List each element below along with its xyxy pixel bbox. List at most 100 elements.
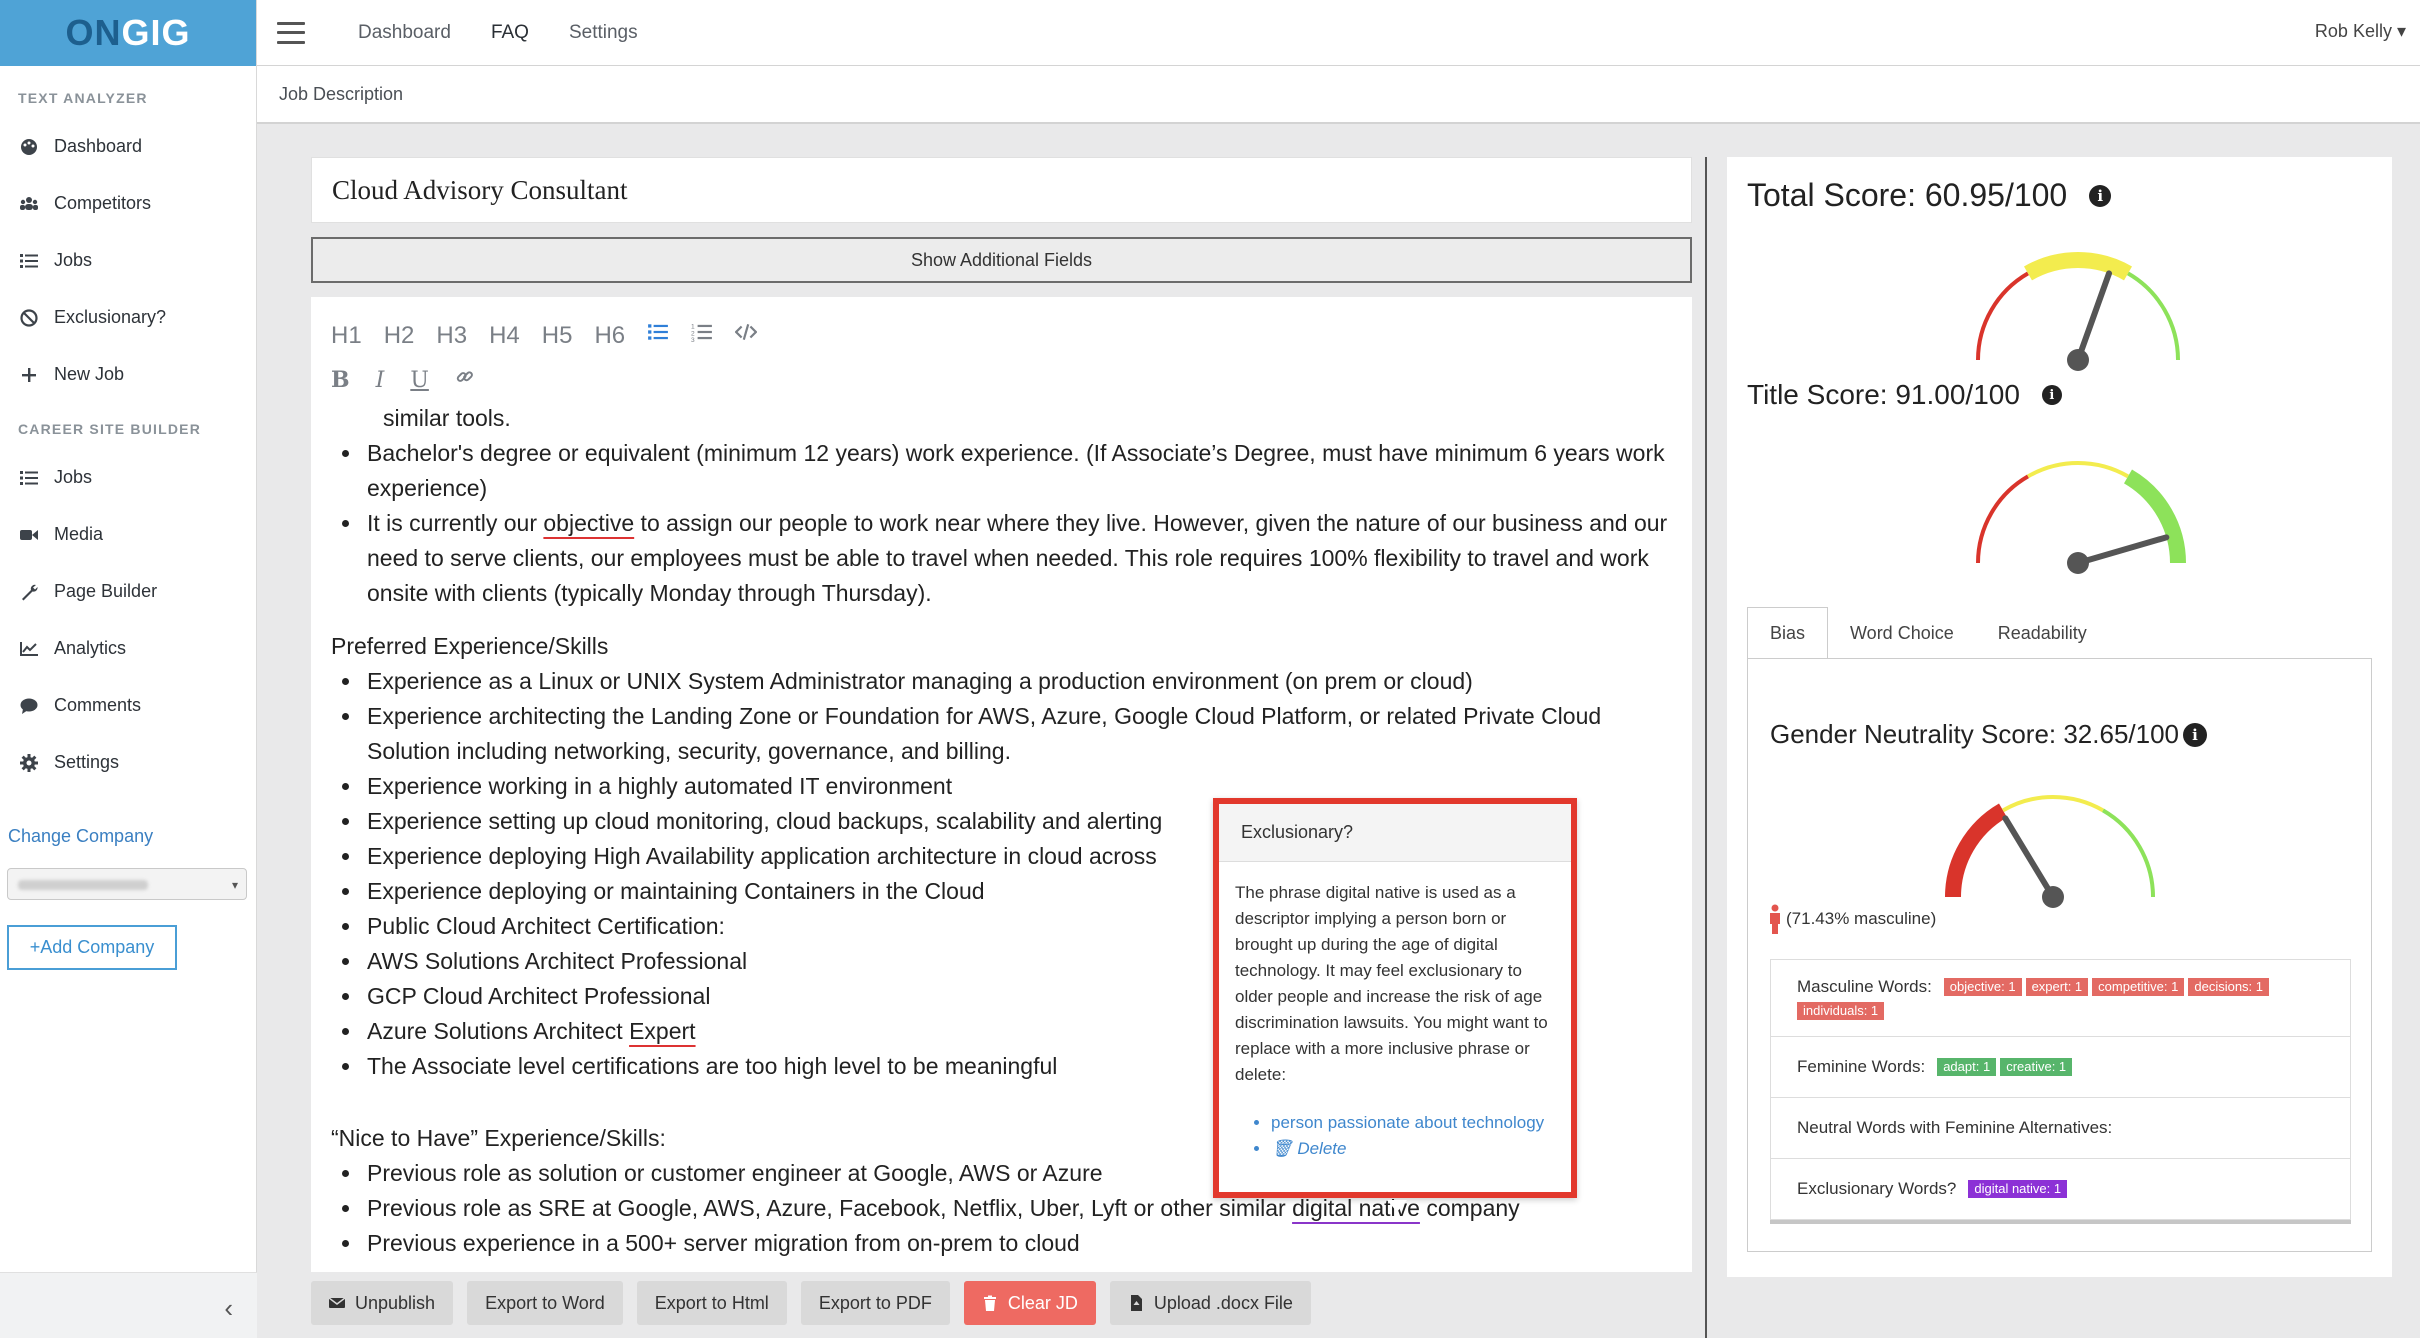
export-word-button[interactable]: Export to Word <box>467 1281 623 1325</box>
list-icon <box>18 467 40 489</box>
plus-icon <box>18 364 40 386</box>
sidebar-item-exclusionary[interactable]: Exclusionary? <box>0 289 256 346</box>
text-span: company <box>1419 1195 1520 1221</box>
delete-suggestion[interactable]: 🗑 Delete <box>1271 1136 1557 1162</box>
suggestion-link[interactable]: person passionate about technology <box>1271 1110 1557 1136</box>
gender-score-label: Gender Neutrality Score: 32.65/100 <box>1770 719 2180 749</box>
h6-button[interactable]: H6 <box>594 322 625 350</box>
requirements-list: Bachelor's degree or equivalent (minimum… <box>331 436 1676 611</box>
sidebar-item-career-jobs[interactable]: Jobs <box>0 449 256 506</box>
button-label: Export to Html <box>654 1292 769 1313</box>
sidebar-item-settings[interactable]: Settings <box>0 734 256 791</box>
row-label: Exclusionary Words? <box>1797 1179 1957 1198</box>
score-panel: Total Score: 60.95/100 i Title Score: 91… <box>1727 157 2392 1277</box>
word-tag[interactable]: individuals: 1 <box>1797 1002 1885 1020</box>
info-icon[interactable]: i <box>2041 385 2062 405</box>
bullet-list-icon[interactable] <box>647 321 669 350</box>
h1-button[interactable]: H1 <box>331 322 362 350</box>
word-breakdown-scrollbar[interactable] <box>1770 1220 2351 1224</box>
palette-icon <box>18 136 40 158</box>
italic-button[interactable]: I <box>376 368 385 393</box>
panel-divider[interactable] <box>1705 157 1707 1338</box>
envelope-icon <box>329 1297 345 1308</box>
format-toolbar: H1 H2 H3 H4 H5 H6 123 <box>331 321 779 350</box>
sidebar-item-comments[interactable]: Comments <box>0 677 256 734</box>
word-tag[interactable]: digital native: 1 <box>1968 1180 2068 1198</box>
export-html-button[interactable]: Export to Html <box>636 1281 787 1325</box>
button-label: Upload .docx File <box>1153 1292 1293 1313</box>
masculine-pct-label: (71.43% masculine) <box>1786 909 1937 928</box>
flagged-word-objective[interactable]: objective <box>543 510 634 536</box>
job-title-input[interactable]: Cloud Advisory Consultant <box>311 157 1692 223</box>
word-tag[interactable]: adapt: 1 <box>1937 1058 1997 1076</box>
exclusionary-words-row: Exclusionary Words? digital native: 1 <box>1770 1159 2351 1220</box>
sidebar: ON GIG TEXT ANALYZER Dashboard Competitor… <box>0 0 257 1338</box>
style-toolbar: B I U <box>331 367 501 393</box>
row-label: Neutral Words with Feminine Alternatives… <box>1797 1118 2113 1137</box>
h3-button[interactable]: H3 <box>436 322 467 350</box>
word-tag[interactable]: expert: 1 <box>2025 978 2089 996</box>
numbered-list-icon[interactable]: 123 <box>691 321 713 350</box>
word-tag[interactable]: competitive: 1 <box>2092 978 2185 996</box>
nav-faq[interactable]: FAQ <box>491 22 529 44</box>
ongig-logo[interactable]: ON GIG <box>0 0 256 66</box>
user-menu[interactable]: Rob Kelly ▾ <box>2315 21 2406 42</box>
sidebar-section-career-site-builder: CAREER SITE BUILDER <box>18 421 202 437</box>
nav-dashboard[interactable]: Dashboard <box>358 22 451 44</box>
word-tag[interactable]: creative: 1 <box>2000 1058 2073 1076</box>
masculine-percentage: (71.43% masculine) <box>1768 904 1936 934</box>
exclusionary-popover: Exclusionary? The phrase digital native … <box>1213 798 1577 1212</box>
upload-docx-button[interactable]: Upload .docx File <box>1109 1281 1311 1325</box>
tab-readability[interactable]: Readability <box>1976 607 2109 659</box>
tab-word-choice[interactable]: Word Choice <box>1828 607 1976 659</box>
total-score-gauge <box>1976 252 2180 371</box>
company-select[interactable]: ▾ <box>7 868 247 900</box>
bold-button[interactable]: B <box>331 367 350 393</box>
h2-button[interactable]: H2 <box>384 322 415 350</box>
h4-button[interactable]: H4 <box>489 322 520 350</box>
add-company-button[interactable]: +Add Company <box>7 925 177 970</box>
file-icon <box>1130 1295 1142 1311</box>
list-item: Bachelor's degree or equivalent (minimum… <box>363 436 1676 506</box>
sidebar-item-page-builder[interactable]: Page Builder <box>0 563 256 620</box>
chevron-left-icon[interactable]: ‹ <box>224 1293 233 1324</box>
info-icon[interactable]: i <box>2183 722 2208 747</box>
gender-score-gauge <box>1945 795 2155 908</box>
gauge-segment-green <box>2123 469 2186 564</box>
gauge-segment-green <box>2101 808 2155 898</box>
tab-bias[interactable]: Bias <box>1747 607 1829 659</box>
svg-text:3: 3 <box>691 337 695 343</box>
suggestion-list: person passionate about technology 🗑 Del… <box>1235 1110 1557 1162</box>
word-breakdown: Masculine Words: objective: 1 expert: 1 … <box>1770 959 2351 1224</box>
top-navbar: Dashboard FAQ Settings Rob Kelly ▾ <box>257 0 2420 66</box>
link-icon[interactable] <box>455 367 475 393</box>
word-tag[interactable]: objective: 1 <box>1943 978 2022 996</box>
sidebar-item-media[interactable]: Media <box>0 506 256 563</box>
sidebar-item-label: Exclusionary? <box>54 307 167 327</box>
show-additional-fields-button[interactable]: Show Additional Fields <box>311 237 1692 283</box>
sidebar-item-competitors[interactable]: Competitors <box>0 175 256 232</box>
word-tag[interactable]: decisions: 1 <box>2188 978 2270 996</box>
sidebar-item-new-job[interactable]: New Job <box>0 346 256 403</box>
change-company-link[interactable]: Change Company <box>8 826 153 847</box>
unpublish-button[interactable]: Unpublish <box>311 1281 454 1325</box>
flagged-word-expert[interactable]: Expert <box>629 1018 695 1044</box>
export-pdf-button[interactable]: Export to PDF <box>800 1281 950 1325</box>
sidebar-item-jobs[interactable]: Jobs <box>0 232 256 289</box>
code-icon[interactable] <box>734 321 758 350</box>
sidebar-item-label: Jobs <box>54 250 93 270</box>
nav-settings[interactable]: Settings <box>569 22 638 44</box>
underline-button[interactable]: U <box>410 368 429 393</box>
masculine-words-row: Masculine Words: objective: 1 expert: 1 … <box>1770 959 2351 1037</box>
section-heading-preferred: Preferred Experience/Skills <box>331 633 609 659</box>
trash-icon <box>983 1295 996 1311</box>
gear-icon <box>18 752 40 774</box>
sidebar-item-analytics[interactable]: Analytics <box>0 620 256 677</box>
hamburger-menu-icon[interactable] <box>277 21 305 44</box>
h5-button[interactable]: H5 <box>542 322 573 350</box>
popover-title: Exclusionary? <box>1219 804 1571 862</box>
popover-body: The phrase digital native is used as a d… <box>1219 862 1571 1162</box>
clear-jd-button[interactable]: Clear JD <box>963 1281 1096 1325</box>
info-icon[interactable]: i <box>2089 184 2112 207</box>
sidebar-item-dashboard[interactable]: Dashboard <box>0 118 256 175</box>
